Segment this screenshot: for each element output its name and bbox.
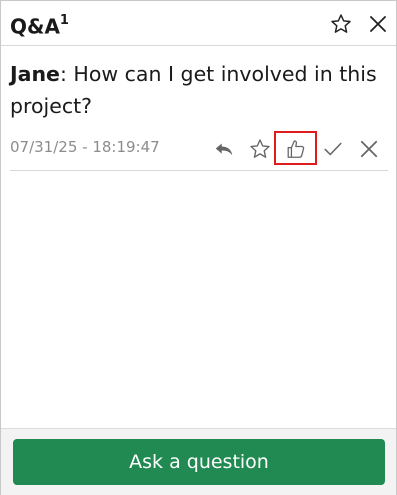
question-author: Jane bbox=[10, 62, 60, 86]
qa-panel: Q&A1 Jane: How can I get involved in thi… bbox=[0, 0, 397, 495]
star-outline-icon bbox=[250, 139, 270, 158]
question-count-badge: 1 bbox=[59, 13, 69, 28]
question-message: Jane: How can I get involved in this pro… bbox=[10, 58, 380, 122]
close-panel-button[interactable] bbox=[367, 13, 389, 35]
dismiss-question-button[interactable] bbox=[357, 137, 381, 161]
favorite-panel-button[interactable] bbox=[330, 13, 352, 35]
panel-title: Q&A1 bbox=[10, 11, 69, 39]
check-icon bbox=[324, 142, 342, 156]
mark-answered-button[interactable] bbox=[321, 137, 345, 161]
close-icon bbox=[360, 140, 378, 158]
reply-icon bbox=[215, 143, 233, 156]
panel-title-text: Q&A bbox=[10, 14, 60, 39]
reply-button[interactable] bbox=[212, 137, 236, 161]
message-divider bbox=[10, 170, 388, 171]
author-separator: : bbox=[59, 62, 74, 86]
star-outline-icon bbox=[331, 14, 351, 33]
close-icon bbox=[370, 16, 386, 32]
ask-question-button[interactable]: Ask a question bbox=[13, 439, 385, 485]
question-meta-row: 07/31/25 - 18:19:47 bbox=[1, 133, 396, 167]
panel-header: Q&A1 bbox=[1, 1, 396, 46]
panel-footer: Ask a question bbox=[1, 428, 396, 495]
question-timestamp: 07/31/25 - 18:19:47 bbox=[10, 138, 160, 156]
star-question-button[interactable] bbox=[248, 137, 272, 161]
like-button-highlight bbox=[274, 131, 317, 165]
